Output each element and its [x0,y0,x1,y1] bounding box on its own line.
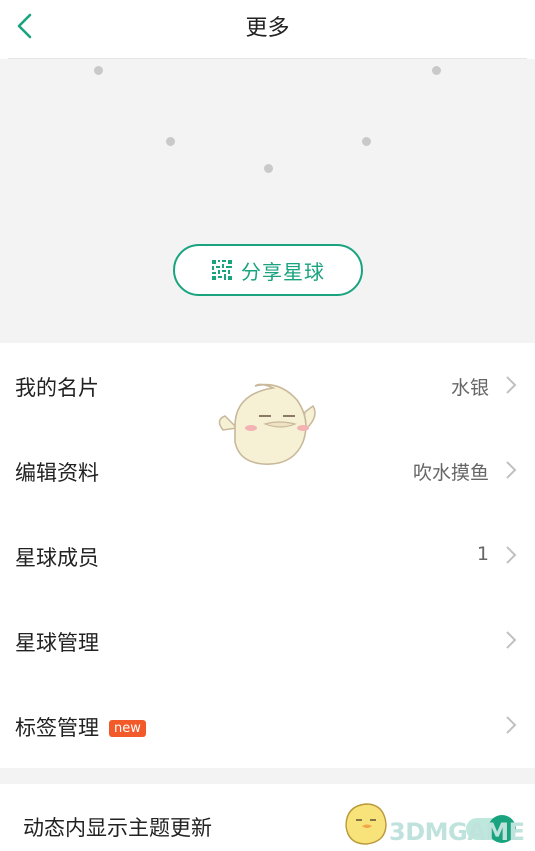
decor-dot [264,164,273,173]
mascot-chick-sticker [218,383,316,465]
share-planet-label: 分享星球 [241,259,325,284]
list-item-planet-management[interactable]: 星球管理 [0,598,535,683]
chevron-right-icon [506,716,517,734]
list-item-label-text: 标签管理 [15,716,99,740]
member-count: 1 [476,543,489,565]
decor-dot [94,66,103,75]
planet-preview-area [0,59,535,343]
list-item-label: 星球成员 [15,546,99,570]
watermark-text: 3DMGAME [389,818,525,846]
decor-dot [432,66,441,75]
qr-code-icon [212,260,232,280]
watermark-chick-logo [345,803,387,845]
navigation-bar: 更多 [0,0,535,59]
list-item-label: 标签管理 new [15,712,146,742]
list-item-label: 星球管理 [15,631,99,655]
chevron-right-icon [506,376,517,394]
list-item-tag-management[interactable]: 标签管理 new [0,683,535,768]
decor-dot [166,137,175,146]
list-item-members[interactable]: 星球成员 1 [0,513,535,598]
feed-setting-label: 动态内显示主题更新 [23,816,212,840]
list-item-value: 水银 [450,377,489,399]
new-badge: new [109,720,146,737]
page-title: 更多 [245,16,290,41]
chevron-right-icon [506,546,517,564]
list-item-label: 编辑资料 [15,461,99,485]
decor-dot [362,137,371,146]
chevron-right-icon [506,631,517,649]
chevron-right-icon [506,461,517,479]
list-item-value: 吹水摸鱼 [412,462,489,484]
share-planet-button[interactable]: 分享星球 [173,244,363,296]
section-gap [0,768,535,784]
list-item-label: 我的名片 [15,376,99,400]
